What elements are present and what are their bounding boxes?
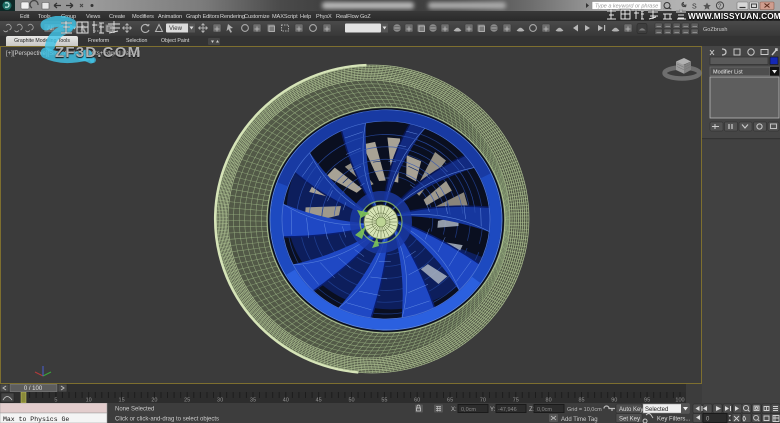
svg-text:S: S: [692, 4, 697, 11]
svg-text:Click or click-and-drag to sel: Click or click-and-drag to select object…: [115, 417, 219, 423]
svg-text:Set Key: Set Key: [619, 417, 640, 423]
svg-text:Selected: Selected: [645, 407, 668, 413]
svg-text:View: View: [169, 26, 183, 32]
svg-text:-47,946: -47,946: [498, 407, 517, 413]
svg-text:0,0cm: 0,0cm: [537, 407, 552, 413]
svg-text:Max to Physics Ge: Max to Physics Ge: [3, 416, 69, 423]
svg-text:X:: X:: [451, 407, 457, 413]
svg-text:0,0cm: 0,0cm: [461, 407, 476, 413]
svg-text:None Selected: None Selected: [115, 407, 154, 413]
svg-text:Auto Key: Auto Key: [619, 407, 643, 413]
svg-text:Grid = 10,0cm: Grid = 10,0cm: [567, 407, 602, 413]
svg-text:Add Time Tag: Add Time Tag: [561, 417, 598, 423]
svg-text:Y:: Y:: [490, 407, 496, 413]
svg-text:Key Filters...: Key Filters...: [657, 417, 691, 423]
svg-text:Modifier List: Modifier List: [713, 70, 743, 76]
